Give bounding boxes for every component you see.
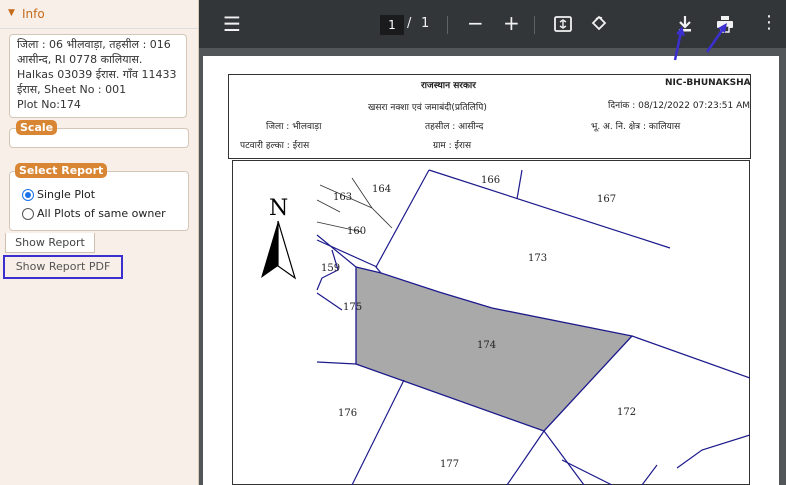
plot-label: 177 bbox=[440, 459, 459, 470]
plot-label: 176 bbox=[338, 408, 357, 419]
select-report-legend: Select Report bbox=[15, 163, 108, 178]
more-options-icon[interactable]: ⋮ bbox=[760, 12, 778, 33]
option-all-plots[interactable]: All Plots of same owner bbox=[22, 207, 166, 220]
plot-label: 174 bbox=[477, 340, 496, 351]
scale-legend: Scale bbox=[16, 120, 58, 135]
menu-icon[interactable]: ☰ bbox=[223, 12, 241, 36]
show-report-button[interactable]: Show Report bbox=[5, 233, 95, 253]
info-line: Halkas 03039 ईरास. गाँव 11433 bbox=[17, 68, 177, 81]
info-box: जिला : 06 भीलवाड़ा, तहसील : 016 आसीन्द, … bbox=[9, 34, 187, 118]
plot-label: 160 bbox=[347, 226, 366, 237]
zoom-out-icon[interactable]: − bbox=[467, 11, 484, 35]
pdf-viewer: ☰ 1 / 1 − + ⋮ राजस्थान सरकार NIC-BHUNAKS… bbox=[199, 0, 786, 485]
plot-label: 173 bbox=[528, 253, 547, 264]
collapse-arrow-icon[interactable]: ▼ bbox=[8, 8, 15, 18]
fit-page-icon[interactable] bbox=[553, 14, 573, 38]
select-report-box bbox=[9, 171, 189, 231]
info-header-label: Info bbox=[22, 7, 45, 21]
plot-label: 175 bbox=[343, 302, 362, 313]
pdf-page: राजस्थान सरकार NIC-BHUNAKSHA खसरा नक्शा … bbox=[203, 56, 779, 485]
radio-checked-icon[interactable] bbox=[22, 189, 34, 201]
page-number-input[interactable]: 1 bbox=[380, 15, 404, 35]
info-line: जिला : 06 भीलवाड़ा, तहसील : 016 bbox=[17, 38, 171, 51]
plot-label: 172 bbox=[617, 407, 636, 418]
toolbar-divider bbox=[534, 16, 535, 34]
option-label: All Plots of same owner bbox=[37, 207, 166, 220]
page-separator: / bbox=[407, 16, 412, 31]
left-panel: ▼ Info जिला : 06 भीलवाड़ा, तहसील : 016 आ… bbox=[0, 0, 199, 485]
info-line: आसीन्द, RI 0778 कालियास. bbox=[17, 53, 143, 66]
rotate-icon[interactable] bbox=[589, 14, 609, 38]
plot-label: 167 bbox=[597, 194, 616, 205]
toolbar-divider bbox=[447, 16, 448, 34]
plot-label: 163 bbox=[333, 192, 352, 203]
show-report-pdf-button[interactable]: Show Report PDF bbox=[3, 255, 123, 279]
radio-unchecked-icon[interactable] bbox=[22, 208, 34, 220]
zoom-in-icon[interactable]: + bbox=[503, 11, 520, 35]
info-header[interactable]: ▼ Info bbox=[0, 0, 198, 29]
plot-label: 166 bbox=[481, 175, 500, 186]
annotation-arrows bbox=[673, 23, 727, 61]
plot-label: 164 bbox=[372, 184, 391, 195]
info-line: ईरास, Sheet No : 001 bbox=[17, 83, 127, 96]
info-line: Plot No:174 bbox=[17, 98, 81, 111]
plot-label: 159 bbox=[321, 263, 340, 274]
page-total: 1 bbox=[421, 16, 430, 31]
option-single-plot[interactable]: Single Plot bbox=[22, 188, 95, 201]
option-label: Single Plot bbox=[37, 188, 96, 201]
plot-labels: 163 164 166 167 160 173 159 175 174 176 … bbox=[321, 175, 636, 470]
